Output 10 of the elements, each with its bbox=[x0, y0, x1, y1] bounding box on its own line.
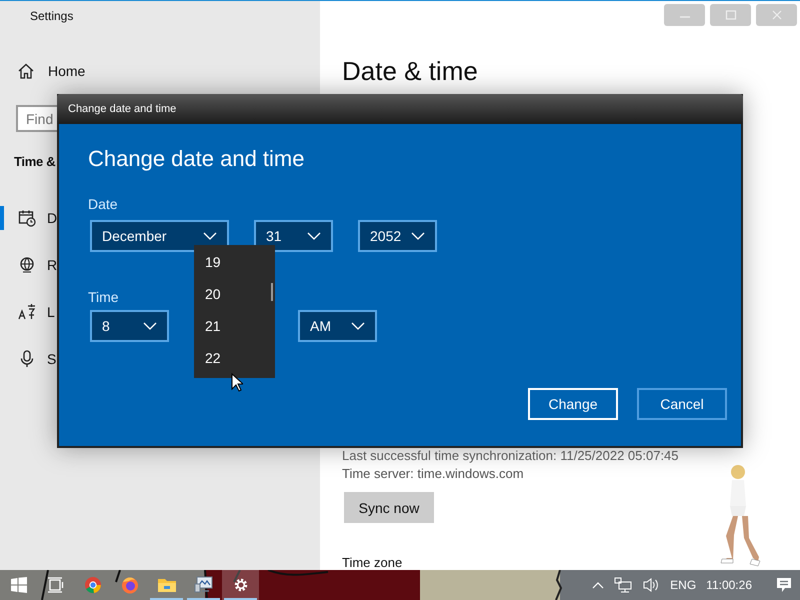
date-label: Date bbox=[88, 195, 118, 214]
time-server-text: Time server: time.windows.com bbox=[342, 465, 525, 482]
dialog-heading: Change date and time bbox=[88, 145, 306, 173]
time-label: Time bbox=[88, 288, 119, 307]
sync-status-text: Last successful time synchronization: 11/25/2022 05:07:45 bbox=[342, 447, 680, 464]
page-title: Date & time bbox=[342, 56, 479, 87]
dialog-title: Change date and time bbox=[57, 94, 743, 124]
window-title: Settings bbox=[29, 8, 74, 25]
section-heading: Time & bbox=[14, 154, 56, 171]
time-zone-label: Time zone bbox=[342, 555, 404, 570]
